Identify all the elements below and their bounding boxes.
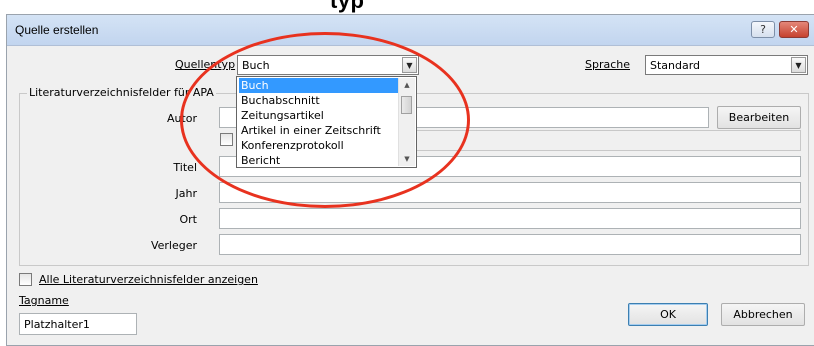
- dropdown-scrollbar[interactable]: ▲ ▼: [398, 78, 415, 166]
- chevron-down-icon[interactable]: ▼: [791, 57, 806, 73]
- source-type-option[interactable]: Bericht: [239, 153, 399, 168]
- show-all-fields-label[interactable]: Alle Literaturverzeichnisfelder anzeigen: [39, 273, 258, 286]
- tag-name-label-text: Tagname: [19, 294, 69, 307]
- group-legend: Literaturverzeichnisfelder für APA: [27, 86, 216, 99]
- source-type-label-text: Quellentyp: [175, 58, 236, 71]
- close-button[interactable]: ✕: [779, 21, 809, 38]
- scrollbar-thumb[interactable]: [401, 96, 412, 114]
- help-button[interactable]: ?: [751, 21, 775, 38]
- language-label: Sprache: [585, 58, 630, 71]
- author-label: Autor: [166, 112, 197, 125]
- overlay-title: typ: [330, 0, 365, 13]
- place-field[interactable]: [219, 208, 801, 229]
- chevron-down-icon[interactable]: ▼: [402, 57, 417, 73]
- tag-name-value: Platzhalter1: [24, 318, 90, 331]
- create-source-dialog: Quelle erstellen ? ✕ Quellentyp Buch ▼ S…: [6, 14, 814, 346]
- source-type-option[interactable]: Konferenzprotokoll: [239, 138, 399, 153]
- year-label: Jahr: [175, 187, 197, 200]
- tag-name-label: Tagname: [19, 294, 69, 307]
- language-value: Standard: [650, 59, 701, 72]
- year-field[interactable]: [219, 182, 801, 203]
- source-type-option[interactable]: Buch: [239, 78, 399, 93]
- source-type-option[interactable]: Buchabschnitt: [239, 93, 399, 108]
- source-type-label: Quellentyp: [175, 58, 235, 71]
- show-all-fields-label-text: Alle Literaturverzeichnisfelder anzeigen: [39, 273, 258, 286]
- close-icon: ✕: [789, 23, 799, 36]
- show-all-fields-checkbox[interactable]: [19, 273, 32, 286]
- source-type-option[interactable]: Artikel in einer Zeitschrift: [239, 123, 399, 138]
- window-title: Quelle erstellen: [15, 23, 99, 37]
- source-type-value: Buch: [242, 59, 270, 72]
- source-type-select[interactable]: Buch ▼: [237, 55, 419, 75]
- corporate-author-checkbox[interactable]: [220, 133, 233, 146]
- edit-button[interactable]: Bearbeiten: [717, 106, 801, 129]
- source-type-option[interactable]: Zeitungsartikel: [239, 108, 399, 123]
- ok-button[interactable]: OK: [628, 303, 708, 326]
- scroll-up-icon[interactable]: ▲: [401, 79, 413, 91]
- scroll-down-icon[interactable]: ▼: [401, 153, 413, 165]
- title-bar: Quelle erstellen ? ✕: [7, 15, 814, 46]
- publisher-label: Verleger: [150, 239, 197, 252]
- place-label: Ort: [179, 213, 198, 226]
- cancel-button[interactable]: Abbrechen: [721, 303, 805, 326]
- title-label: Titel: [173, 161, 197, 174]
- publisher-field[interactable]: [219, 234, 801, 255]
- tag-name-field[interactable]: Platzhalter1: [19, 313, 137, 335]
- help-icon: ?: [760, 23, 766, 36]
- source-type-dropdown-list: Buch Buchabschnitt Zeitungsartikel Artik…: [236, 76, 417, 168]
- language-label-text: Sprache: [585, 58, 631, 71]
- language-select[interactable]: Standard ▼: [645, 55, 808, 75]
